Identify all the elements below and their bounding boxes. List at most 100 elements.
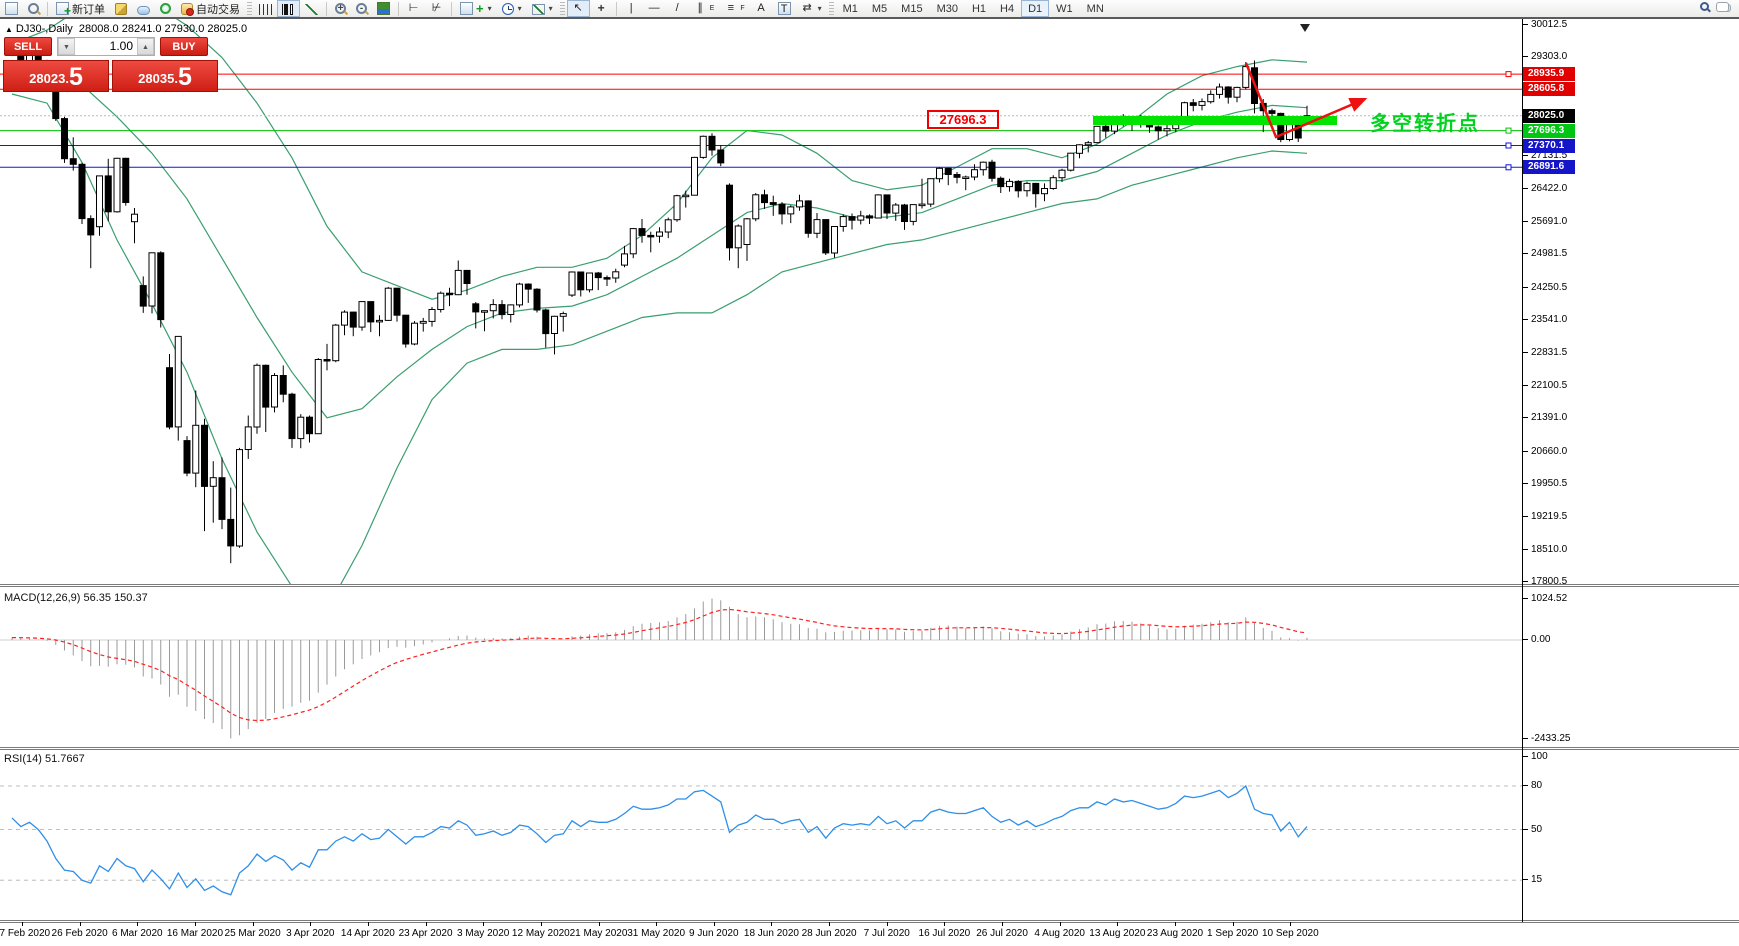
candle-body <box>1058 169 1066 179</box>
candle-body <box>1067 152 1075 171</box>
price-tick-label: 20660.0 <box>1523 446 1567 458</box>
tile-windows-button[interactable] <box>372 0 395 17</box>
candle-body <box>979 161 987 171</box>
pane-divider[interactable] <box>0 584 1739 587</box>
volume-value[interactable]: 1.00 <box>75 38 137 55</box>
templates-button[interactable]: ▾ <box>527 0 558 17</box>
bar-chart-button[interactable] <box>254 0 277 17</box>
time-axis[interactable]: 17 Feb 202026 Feb 2020 6 Mar 202016 Mar 2… <box>0 922 1739 946</box>
candle-body <box>516 283 523 306</box>
buy-price-button[interactable]: 28035. 5 <box>112 60 218 92</box>
price-badge-28935.9: 28935.9 <box>1523 67 1575 82</box>
fibonacci-button[interactable]: ≡ F <box>719 0 749 17</box>
new-order-label: 新订单 <box>72 3 105 16</box>
date-tick <box>1290 922 1292 926</box>
buy-button[interactable]: BUY <box>160 37 208 56</box>
candle-body <box>699 135 707 158</box>
timeframe-m1[interactable]: M1 <box>836 0 865 17</box>
date-tick <box>886 922 888 926</box>
date-tick <box>310 922 312 926</box>
history-center-button[interactable] <box>110 0 132 17</box>
level-price-label[interactable]: 27696.3 <box>927 110 999 129</box>
indicators-button[interactable]: + ▾ <box>455 0 497 17</box>
line-chart-button[interactable] <box>300 0 323 17</box>
auto-scroll-button[interactable]: ⊢ <box>402 0 425 17</box>
candle-body <box>244 426 252 450</box>
line-handle[interactable] <box>1505 127 1512 134</box>
crosshair-button[interactable]: + <box>590 0 613 17</box>
timeframe-m15[interactable]: M15 <box>894 0 929 17</box>
sell-button[interactable]: SELL <box>4 37 52 56</box>
timeframe-d1[interactable]: D1 <box>1021 0 1050 17</box>
price-tick-label: 29303.0 <box>1523 51 1567 63</box>
candle-body <box>332 324 340 362</box>
horizontal-line-button[interactable]: — <box>643 0 666 17</box>
date-label: 7 Jul 2020 <box>863 928 910 939</box>
chat-icon[interactable] <box>1716 2 1731 12</box>
candle-body <box>314 359 322 435</box>
date-tick <box>656 922 658 926</box>
timeframe-m30[interactable]: M30 <box>930 0 965 17</box>
cursor-button[interactable]: ↖ <box>566 0 590 17</box>
timeframe-h4[interactable]: H4 <box>993 0 1021 17</box>
price-badge-26891.6: 26891.6 <box>1523 160 1575 175</box>
chevron-down-icon: ▾ <box>548 4 553 13</box>
date-tick <box>367 922 369 926</box>
price-badge-28025.0: 28025.0 <box>1523 108 1575 123</box>
zoom-out-button[interactable]: - <box>351 0 372 17</box>
candle-body <box>1084 142 1092 146</box>
data-window-button[interactable] <box>23 0 44 17</box>
price-tick-label: 18510.0 <box>1523 544 1567 556</box>
vertical-line-button[interactable]: | <box>620 0 643 17</box>
signals-button[interactable] <box>155 0 176 17</box>
date-tick <box>194 922 196 926</box>
autotrading-button[interactable]: 自动交易 <box>176 0 245 17</box>
date-label: 16 Mar 2020 <box>166 928 224 939</box>
periods-button[interactable]: ▾ <box>497 0 527 17</box>
turning-point-annotation[interactable]: 多空转折点 <box>1370 107 1480 136</box>
main-price-axis[interactable]: 30012.5 29303.0 27131.5 26422.0 25691.0 24981… <box>1523 19 1739 587</box>
candlestick-chart-button[interactable] <box>277 0 300 17</box>
candlestick-chart[interactable] <box>0 19 1522 584</box>
support-zone-bar[interactable] <box>1093 116 1337 125</box>
candle-body <box>279 375 287 395</box>
publish-chart-button[interactable] <box>132 0 155 17</box>
rsi-pane[interactable]: RSI(14) 51.7667 <box>0 749 1522 920</box>
volume-increase-button[interactable]: ▲ <box>137 38 154 55</box>
trendline-button[interactable]: / <box>666 0 689 17</box>
volume-decrease-button[interactable]: ▼ <box>58 38 75 55</box>
line-handle[interactable] <box>1505 71 1512 78</box>
timeframe-w1[interactable]: W1 <box>1049 0 1080 17</box>
new-order-button[interactable]: 新订单 <box>51 0 110 18</box>
timeframe-h1[interactable]: H1 <box>965 0 993 17</box>
timeframe-mn[interactable]: MN <box>1080 0 1111 17</box>
candle-body <box>866 215 873 219</box>
line-handle[interactable] <box>1505 142 1512 149</box>
date-tick <box>829 922 831 926</box>
price-tick-label: 22100.5 <box>1523 380 1567 392</box>
candle-body <box>936 167 943 180</box>
line-handle[interactable] <box>1505 164 1512 171</box>
chart-window-button[interactable] <box>0 0 23 17</box>
macd-tick-label: -2433.25 <box>1523 733 1570 745</box>
candle-body <box>752 194 760 220</box>
price-tick-label: 19219.5 <box>1523 511 1567 523</box>
channel-button[interactable]: ∥ E <box>689 0 720 17</box>
candle-body <box>647 234 655 238</box>
search-icon[interactable] <box>1700 2 1709 11</box>
macd-pane[interactable]: MACD(12,26,9) 56.35 150.37 <box>0 586 1522 747</box>
collapse-arrow-icon[interactable]: ▲ <box>5 25 13 34</box>
candle-body <box>131 213 138 223</box>
text-tool-button[interactable]: A <box>750 0 773 17</box>
candle-body <box>1207 93 1215 103</box>
timeframe-m5[interactable]: M5 <box>865 0 894 17</box>
date-label: 31 May 2020 <box>627 928 686 939</box>
candle-body <box>454 269 462 296</box>
arrows-button[interactable]: ⇄ ▾ <box>796 0 827 17</box>
main-chart-pane[interactable]: ▲ DJ30-,Daily 28008.0 28241.0 27930.0 280… <box>0 19 1522 584</box>
pane-divider[interactable] <box>0 747 1739 750</box>
zoom-in-button[interactable]: + <box>330 0 351 17</box>
chart-shift-button[interactable]: ⊬ <box>425 0 448 17</box>
text-label-button[interactable]: T <box>773 0 796 17</box>
sell-price-button[interactable]: 28023. 5 <box>3 60 109 92</box>
